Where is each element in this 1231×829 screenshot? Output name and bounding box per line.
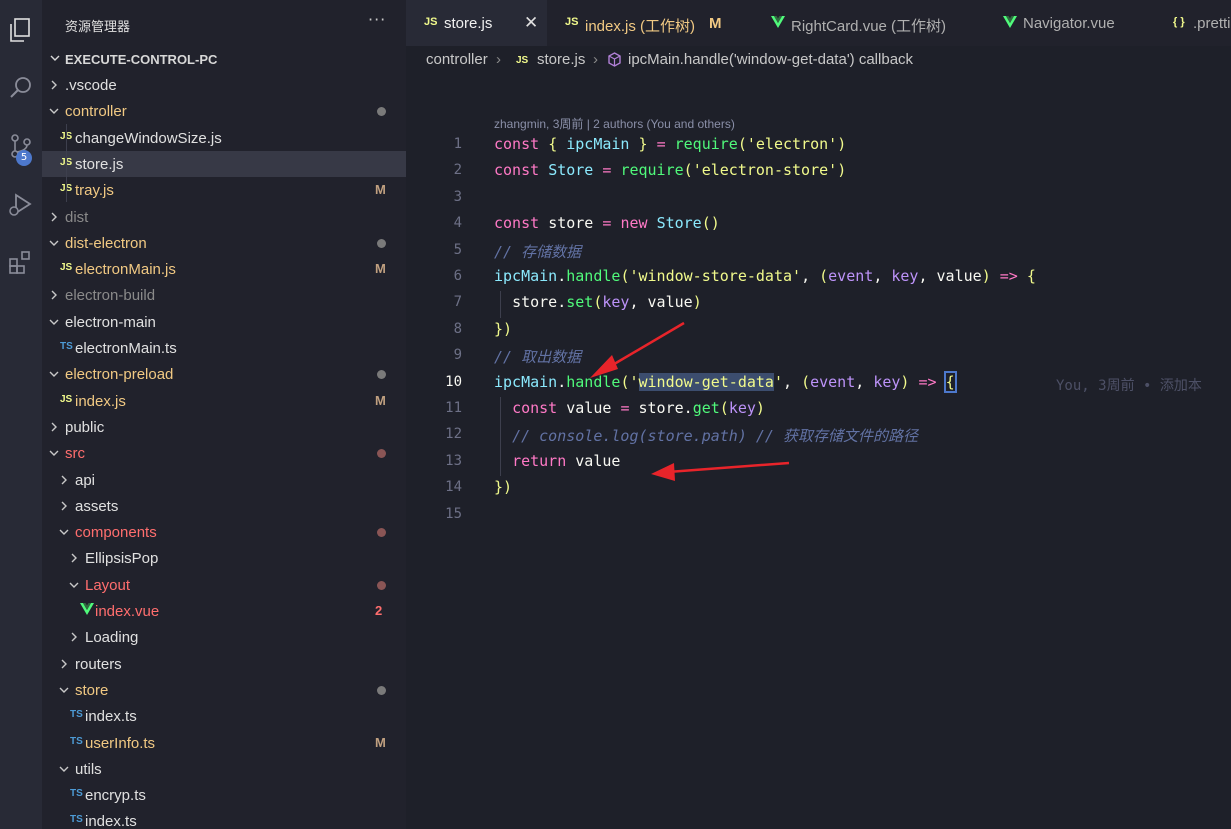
tree-item-label: public xyxy=(65,418,105,436)
file-item[interactable]: JSchangeWindowSize.js xyxy=(42,125,406,151)
file-item[interactable]: JStray.jsM xyxy=(42,177,406,203)
tree-item-label: store xyxy=(75,681,109,699)
ts-file-icon: TS xyxy=(70,814,83,826)
tree-item-label: userInfo.ts xyxy=(85,734,156,752)
tree-item-label: electronMain.ts xyxy=(75,340,177,357)
tree-item-label: index.ts xyxy=(85,813,137,829)
modified-dot-icon xyxy=(377,107,386,117)
folder-item[interactable]: store xyxy=(42,677,406,703)
ts-file-icon: TS xyxy=(70,788,83,800)
tree-item-label: components xyxy=(75,524,157,542)
file-item[interactable]: TS index.ts xyxy=(42,703,406,729)
folder-item[interactable]: utils xyxy=(42,756,406,782)
tree-item-label: index.ts xyxy=(85,708,137,726)
modified-dot-icon xyxy=(377,580,386,590)
modified-dot-icon xyxy=(377,449,386,459)
tree-item-label: encryp.ts xyxy=(85,787,146,805)
tree-item-label: utils xyxy=(75,760,102,778)
tree-item-label: index.js xyxy=(75,392,126,410)
folder-item[interactable]: dist-electron xyxy=(42,230,406,256)
ts-file-icon: TS xyxy=(70,709,83,721)
annotation-arrow xyxy=(590,321,685,378)
modified-dot-icon xyxy=(377,370,386,380)
tree-item-label: controller xyxy=(65,103,127,121)
explorer-title: 资源管理器 xyxy=(65,19,131,34)
file-item[interactable]: JS electronMain.js M xyxy=(42,256,406,282)
tree-item-label: dist-electron xyxy=(65,234,147,252)
tree-item-label: src xyxy=(65,445,85,463)
tree-item-label: changeWindowSize.js xyxy=(75,129,222,147)
tree-item-label: assets xyxy=(75,497,119,515)
file-item[interactable]: TS encryp.ts xyxy=(42,782,406,808)
tree-item-label: .vscode xyxy=(65,77,117,94)
tree-item-label: store.js xyxy=(75,155,124,173)
tree-item-label: api xyxy=(75,471,96,489)
folder-item[interactable]: Loading xyxy=(42,624,406,650)
indent-guide xyxy=(66,124,67,202)
tree-item-label: index.vue xyxy=(95,603,160,620)
modified-dot-icon xyxy=(377,685,386,695)
folder-item[interactable]: EllipsisPop xyxy=(42,545,406,571)
modified-dot-icon xyxy=(377,238,386,248)
editor-area: JS store.js ✕ JS index.js (工作树) M RightCard.vu… xyxy=(406,0,1231,829)
folder-item[interactable]: api xyxy=(42,467,406,493)
tree-item-label: EllipsisPop xyxy=(85,550,159,568)
js-file-icon: JS xyxy=(60,262,73,274)
tree-item-label: Layout xyxy=(85,576,131,594)
folder-item[interactable]: Layout xyxy=(42,572,406,598)
explorer-icon[interactable] xyxy=(0,6,42,54)
chevron-down-icon xyxy=(48,48,62,75)
tree-item-label: dist xyxy=(65,208,89,226)
git-status-badge: 2 xyxy=(375,603,383,618)
tree-item-label: electron-main xyxy=(65,313,156,331)
folder-item[interactable]: controller xyxy=(42,98,406,124)
file-item[interactable]: TS index.ts xyxy=(42,808,406,829)
tree-item-label: tray.js xyxy=(75,182,114,200)
annotation-arrow xyxy=(651,461,790,481)
folder-item[interactable]: public xyxy=(42,414,406,440)
workspace-root[interactable]: EXECUTE-CONTROL-PC xyxy=(42,48,406,70)
git-status-badge: M xyxy=(375,734,386,750)
explorer-sidebar: 资源管理器 ··· EXECUTE-CONTROL-PC .vscode cont… xyxy=(42,0,406,829)
file-item[interactable]: JS index.js M xyxy=(42,388,406,414)
folder-item[interactable]: electron-main xyxy=(42,309,406,335)
workspace-root-label: EXECUTE-CONTROL-PC xyxy=(65,51,218,67)
tree-item-label: electron-preload xyxy=(65,366,174,384)
file-item[interactable]: TS electronMain.ts xyxy=(42,335,406,361)
tree-item-label: Loading xyxy=(85,629,139,647)
tree-item-label: electron-build xyxy=(65,287,156,305)
ts-file-icon: TS xyxy=(60,341,73,352)
folder-item[interactable]: components xyxy=(42,519,406,545)
file-item[interactable]: TS userInfo.ts M xyxy=(42,730,406,756)
search-icon[interactable] xyxy=(0,64,42,112)
folder-item[interactable]: electron-preload xyxy=(42,361,406,387)
git-status-badge: M xyxy=(375,392,386,408)
file-item[interactable]: JSstore.js xyxy=(42,150,406,177)
modified-dot-icon xyxy=(377,528,386,538)
scm-count-badge: 5 xyxy=(16,150,32,166)
folder-item[interactable]: routers xyxy=(42,651,406,677)
tree-item-label: electronMain.js xyxy=(75,261,176,279)
folder-item[interactable]: assets xyxy=(42,493,406,519)
vue-file-icon xyxy=(80,603,94,618)
js-file-icon: JS xyxy=(60,393,73,405)
folder-item[interactable]: .vscode xyxy=(42,72,406,98)
folder-item[interactable]: dist xyxy=(42,204,406,230)
folder-item[interactable]: src xyxy=(42,440,406,466)
git-status-badge: M xyxy=(375,261,386,277)
activity-bar: 5 xyxy=(0,0,42,829)
ts-file-icon: TS xyxy=(70,735,83,747)
annotation-arrows xyxy=(590,321,790,481)
run-debug-icon[interactable] xyxy=(0,180,42,228)
tree-item-label: routers xyxy=(75,655,122,673)
git-status-badge: M xyxy=(375,182,386,198)
file-item[interactable]: index.vue 2 xyxy=(42,598,406,624)
folder-item[interactable]: electron-build xyxy=(42,282,406,308)
extensions-icon[interactable] xyxy=(0,238,42,286)
more-actions-icon[interactable]: ··· xyxy=(368,10,386,29)
